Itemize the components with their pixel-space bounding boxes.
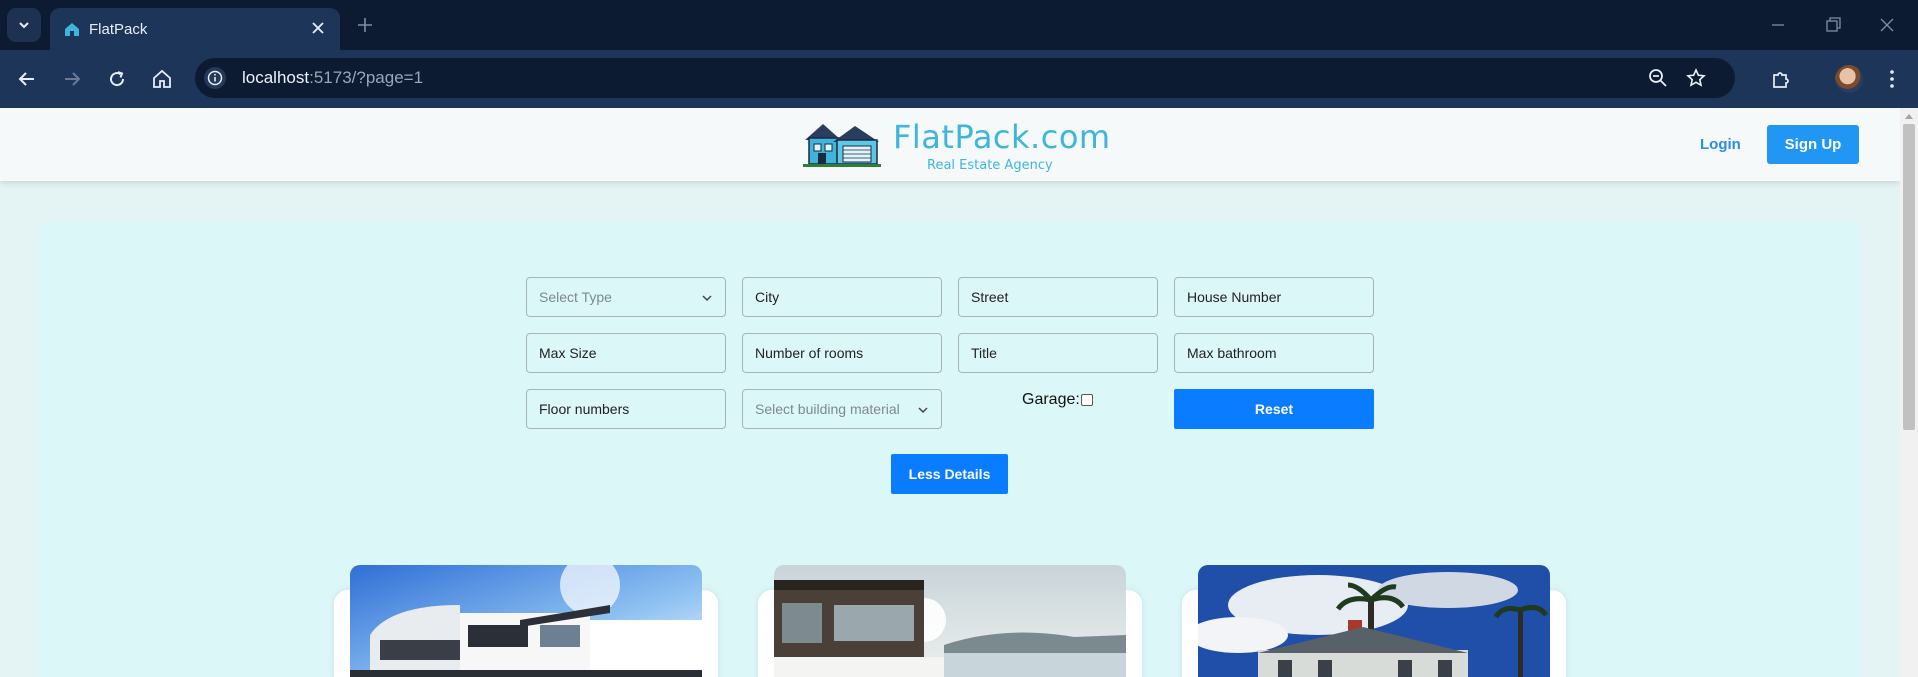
- listing-image-waterfront-house[interactable]: [774, 565, 1126, 677]
- type-select[interactable]: Select Type: [526, 277, 726, 317]
- logo-text: FlatPack.com: [893, 118, 1111, 156]
- house-number-input[interactable]: House Number: [1174, 277, 1374, 317]
- garage-checkbox[interactable]: [1080, 394, 1093, 406]
- signup-button[interactable]: Sign Up: [1767, 125, 1859, 164]
- reset-button[interactable]: Reset: [1174, 389, 1374, 429]
- building-material-value: Select building material: [755, 401, 900, 417]
- max-size-input[interactable]: Max Size: [526, 333, 726, 373]
- scrollbar-thumb[interactable]: [1903, 124, 1915, 430]
- chevron-down-icon: [702, 295, 712, 302]
- back-arrow-icon[interactable]: [15, 67, 39, 91]
- house-logo-icon: [803, 124, 881, 167]
- new-tab-plus-icon[interactable]: [354, 14, 376, 36]
- street-placeholder: Street: [971, 289, 1009, 305]
- browser-tab[interactable]: FlatPack: [50, 8, 340, 50]
- profile-avatar[interactable]: [1835, 65, 1863, 93]
- rooms-input[interactable]: Number of rooms: [742, 333, 942, 373]
- type-select-value: Select Type: [539, 289, 612, 305]
- browser-toolbar: localhost:5173/?page=1: [0, 50, 1918, 108]
- page-viewport: FlatPack.com Real Estate Agency Login Si…: [0, 108, 1900, 677]
- address-bar[interactable]: localhost:5173/?page=1: [195, 58, 1735, 98]
- rooms-placeholder: Number of rooms: [755, 345, 864, 361]
- site-header: FlatPack.com Real Estate Agency Login Si…: [0, 108, 1900, 181]
- tab-title: FlatPack: [89, 21, 148, 38]
- minimize-icon[interactable]: [1767, 14, 1789, 36]
- floor-numbers-input[interactable]: Floor numbers: [526, 389, 726, 429]
- menu-kebab-icon[interactable]: [1880, 67, 1904, 91]
- close-icon[interactable]: [309, 19, 327, 37]
- less-details-button[interactable]: Less Details: [891, 454, 1008, 494]
- zoom-out-icon[interactable]: [1647, 67, 1669, 89]
- house-favicon-icon: [65, 23, 79, 36]
- max-size-placeholder: Max Size: [539, 345, 597, 361]
- login-link[interactable]: Login: [1700, 136, 1741, 153]
- browser-tab-strip: FlatPack: [0, 0, 1918, 50]
- street-input[interactable]: Street: [958, 277, 1158, 317]
- restore-icon[interactable]: [1822, 14, 1844, 36]
- url-text: localhost:5173/?page=1: [242, 68, 424, 87]
- page-scrollbar[interactable]: [1900, 108, 1918, 677]
- garage-filter: Garage:: [1022, 391, 1093, 409]
- building-material-select[interactable]: Select building material: [742, 389, 942, 429]
- extensions-puzzle-icon[interactable]: [1769, 67, 1793, 91]
- reload-icon[interactable]: [105, 67, 129, 91]
- garage-label: Garage:: [1022, 391, 1080, 408]
- title-placeholder: Title: [971, 345, 997, 361]
- tab-search-button[interactable]: [7, 8, 41, 42]
- max-bathroom-placeholder: Max bathroom: [1187, 345, 1277, 361]
- forward-arrow-icon[interactable]: [60, 67, 84, 91]
- house-number-placeholder: House Number: [1187, 289, 1282, 305]
- bookmark-star-icon[interactable]: [1685, 67, 1707, 89]
- scroll-up-arrow-icon[interactable]: [1905, 114, 1913, 119]
- site-logo[interactable]: FlatPack.com Real Estate Agency: [803, 114, 1110, 176]
- logo-subtitle: Real Estate Agency: [927, 158, 1053, 173]
- chevron-down-icon: [918, 407, 928, 414]
- home-icon[interactable]: [150, 67, 174, 91]
- title-input[interactable]: Title: [958, 333, 1158, 373]
- floor-numbers-placeholder: Floor numbers: [539, 401, 630, 417]
- site-info-icon[interactable]: [204, 67, 226, 89]
- max-bathroom-input[interactable]: Max bathroom: [1174, 333, 1374, 373]
- window-close-icon[interactable]: [1876, 14, 1898, 36]
- chevron-down-icon: [19, 22, 29, 29]
- city-input[interactable]: City: [742, 277, 942, 317]
- city-placeholder: City: [755, 289, 780, 305]
- listing-image-victorian-mansion[interactable]: [1198, 565, 1550, 677]
- listing-image-modern-villa[interactable]: [350, 565, 702, 677]
